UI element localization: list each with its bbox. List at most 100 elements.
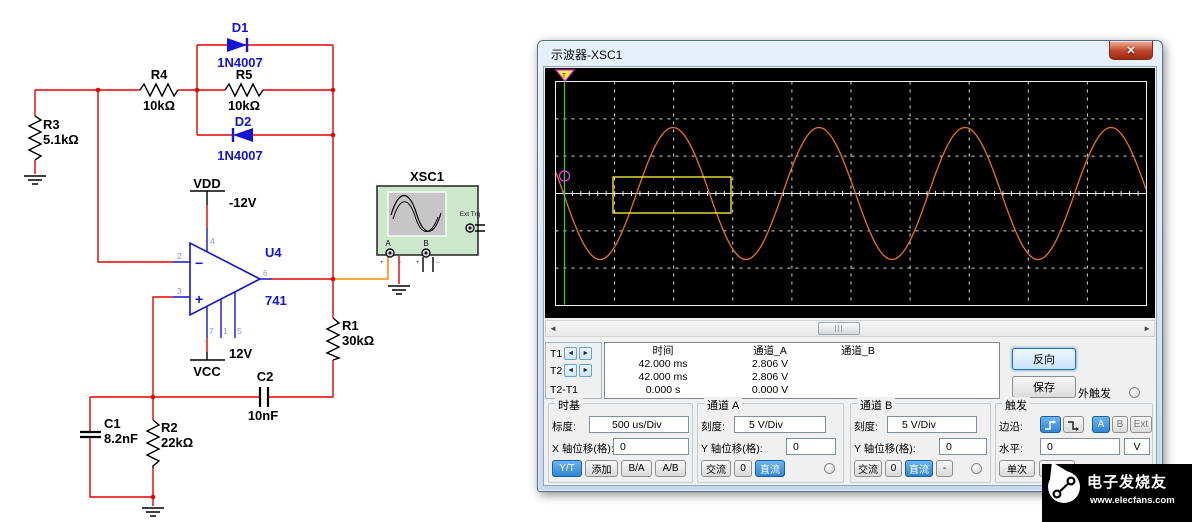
channel-a-ac-button[interactable]: 交流	[701, 460, 731, 477]
reverse-button[interactable]: 反向	[1012, 348, 1076, 370]
resistor-r5[interactable]: R5 10kΩ	[224, 67, 264, 113]
diode-d2[interactable]: D2 1N4007	[217, 114, 263, 163]
r1-ref: R1	[342, 318, 359, 333]
col-channel-a: 通道_A	[753, 345, 787, 357]
t1-left-button[interactable]: ◄	[564, 347, 578, 360]
channel-a-radio[interactable]	[824, 463, 835, 474]
vdd-value: -12V	[229, 195, 257, 210]
save-button[interactable]: 保存	[1012, 376, 1076, 398]
channel-a-ypos-field[interactable]: 0	[786, 438, 836, 455]
b-plus-mark: +	[416, 260, 420, 266]
vcc-symbol[interactable]: VCC 12V	[190, 346, 252, 379]
channel-a-dc-button[interactable]: 直流	[755, 460, 785, 477]
scroll-left-icon[interactable]: ◄	[549, 323, 557, 334]
yt-mode-button[interactable]: Y/T	[552, 460, 582, 477]
t1-channel-a: 2.806 V	[751, 357, 789, 370]
channel-b-title: 通道 B	[857, 397, 896, 413]
oscilloscope-icon[interactable]: XSC1 Ext Trg A B + − + −	[376, 169, 485, 272]
add-mode-button[interactable]: 添加	[585, 460, 618, 477]
t2-channel-b	[819, 370, 999, 383]
c1-value: 8.2nF	[104, 431, 138, 446]
pin1-label: 1	[223, 326, 228, 336]
vdd-label: VDD	[193, 176, 220, 191]
pin2-label: 2	[177, 251, 182, 261]
channel-b-scale-field[interactable]: 5 V/Div	[887, 416, 977, 433]
u4-ref: U4	[265, 245, 282, 260]
close-button[interactable]: ✕	[1109, 41, 1153, 60]
trigger-marker-label: T	[562, 73, 566, 80]
watermark: 电子发烧友 www.elecfans.com	[1042, 462, 1192, 522]
r2-ref: R2	[161, 420, 178, 435]
falling-edge-icon	[1067, 420, 1079, 431]
r5-value: 10kΩ	[228, 98, 260, 113]
close-icon: ✕	[1126, 44, 1136, 57]
channel-b-dc-button[interactable]: 直流	[905, 460, 933, 477]
trigger-level-unit[interactable]: V	[1124, 438, 1150, 455]
trigger-level-label: 水平:	[999, 443, 1023, 455]
channel-b-zero-button[interactable]: 0	[885, 460, 902, 477]
watermark-brand: 电子发烧友	[1087, 474, 1168, 491]
rising-edge-button[interactable]	[1040, 416, 1061, 433]
r2-value: 22kΩ	[161, 435, 193, 450]
timebase-xpos-field[interactable]: 0	[613, 438, 689, 455]
t1-right-button[interactable]: ►	[579, 347, 593, 360]
ba-mode-button[interactable]: B/A	[621, 460, 652, 477]
cursor-legend: T1 ◄ ► T2 ◄ ► T2-T1	[545, 342, 602, 399]
horizontal-scrollbar[interactable]: ◄ ►	[545, 320, 1155, 337]
scroll-right-icon[interactable]: ►	[1143, 323, 1151, 334]
channel-a-scale-field[interactable]: 5 V/Div	[734, 416, 826, 433]
resistor-r3[interactable]: R3 5.1kΩ	[27, 115, 79, 161]
channel-a-scale-label: 刻度:	[701, 421, 725, 433]
capacitor-c2[interactable]: C2 10nF	[248, 369, 278, 423]
opamp-u4[interactable]: − + U4 741 2 3 4 6 7 1 5	[173, 228, 287, 338]
timebase-scale-field[interactable]: 500 us/Div	[589, 416, 689, 433]
c1-ref: C1	[104, 416, 121, 431]
timebase-scale-label: 标度:	[552, 421, 576, 433]
trigger-edge-label: 边沿:	[999, 421, 1023, 433]
pin7-label: 7	[209, 326, 214, 336]
ext-trg-label: Ext Trg	[460, 211, 481, 218]
d1-value: 1N4007	[217, 55, 263, 70]
xsc1-label: XSC1	[410, 169, 444, 184]
window-titlebar[interactable]: 示波器-XSC1 ✕	[538, 41, 1162, 66]
trigger-source-ext-button[interactable]: Ext	[1130, 416, 1152, 433]
resistor-r1[interactable]: R1 30kΩ	[325, 317, 374, 361]
terminal-b-label: B	[423, 239, 428, 248]
channel-a-ypos-label: Y 轴位移(格):	[701, 443, 763, 455]
scope-display[interactable]: T	[545, 68, 1155, 318]
circuit-schematic: VDD -12V VCC 12V R4 10kΩ R5 10kΩ R3 5.1k…	[24, 20, 485, 517]
ab-mode-button[interactable]: A/B	[655, 460, 686, 477]
watermark-site: www.elecfans.com	[1090, 495, 1175, 506]
channel-a-zero-button[interactable]: 0	[734, 460, 752, 477]
channel-b-minus-button[interactable]: -	[936, 460, 953, 477]
resistor-r2[interactable]: R2 22kΩ	[145, 419, 193, 468]
opamp-minus-sign: −	[195, 255, 203, 271]
channel-b-ypos-field[interactable]: 0	[939, 438, 987, 455]
b-minus-mark: −	[436, 260, 440, 266]
scope-screen-svg: T	[545, 68, 1155, 318]
delta-channel-b	[819, 383, 999, 396]
vdd-symbol[interactable]: VDD -12V	[190, 176, 257, 210]
trigger-source-a-button[interactable]: A	[1092, 416, 1110, 433]
capacitor-c1[interactable]: C1 8.2nF	[80, 416, 138, 446]
falling-edge-button[interactable]	[1063, 416, 1084, 433]
r1-value: 30kΩ	[342, 333, 374, 348]
trigger-source-b-button[interactable]: B	[1112, 416, 1128, 433]
t2-right-button[interactable]: ►	[579, 364, 593, 377]
d2-ref: D2	[235, 114, 252, 129]
window-title: 示波器-XSC1	[551, 48, 623, 62]
t2-label: T2	[550, 364, 563, 377]
channel-b-radio[interactable]	[971, 463, 982, 474]
t2-left-button[interactable]: ◄	[564, 364, 578, 377]
d1-ref: D1	[232, 20, 249, 35]
a-plus-mark: +	[380, 260, 384, 266]
ext-trigger-radio[interactable]	[1129, 387, 1140, 398]
trigger-level-field[interactable]: 0	[1040, 438, 1120, 455]
channel-b-ac-button[interactable]: 交流	[854, 460, 882, 477]
r3-value: 5.1kΩ	[43, 132, 79, 147]
t1-label: T1	[550, 347, 563, 360]
trigger-single-button[interactable]: 单次	[999, 460, 1035, 477]
resistor-r4[interactable]: R4 10kΩ	[139, 67, 179, 113]
scrollbar-thumb[interactable]	[818, 322, 860, 335]
ext-trigger-label: 外触发	[1078, 388, 1111, 400]
